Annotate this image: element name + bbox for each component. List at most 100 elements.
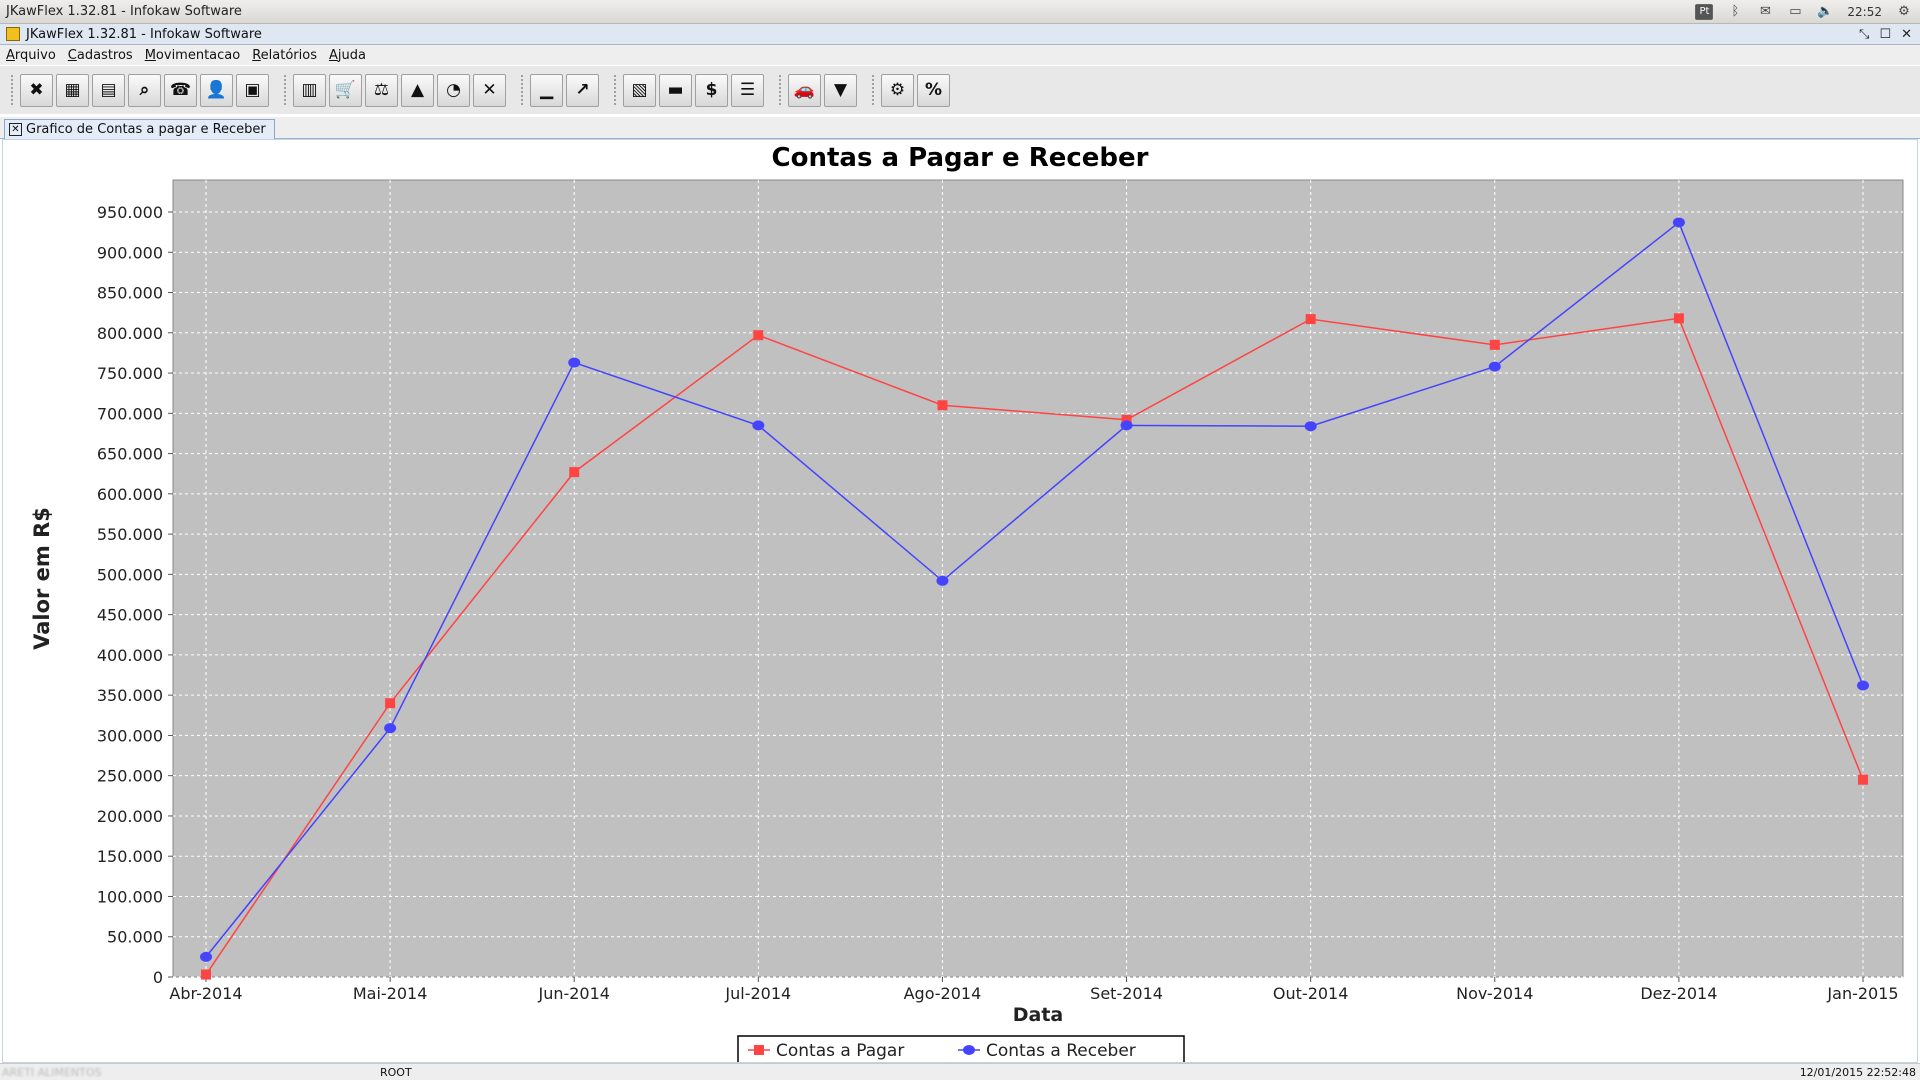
status-datetime: 12/01/2015 22:52:48 [1799, 1066, 1916, 1079]
data-point-pagar [569, 467, 580, 478]
legend-marker-pagar [754, 1045, 764, 1055]
y-tick-label: 700.000 [97, 404, 163, 423]
mail-icon[interactable]: ✉ [1757, 4, 1773, 19]
x-tick-label: Set-2014 [1090, 984, 1163, 1003]
box-button[interactable]: ▣ [236, 73, 269, 107]
search-icon: ⌕ [139, 80, 150, 100]
bluetooth-icon[interactable]: ᛒ [1727, 4, 1743, 19]
money-button[interactable]: ▧ [623, 73, 656, 107]
toolbar-group-1: ✖ ▦ ▤ ⌕ ☎ 👤 ▣ [8, 68, 275, 112]
y-tick-label: 500.000 [97, 565, 163, 584]
window-title-bar: JKawFlex 1.32.81 - Infokaw Software ⤡ ☐ … [0, 24, 1920, 45]
line-chart: Contas a Pagar e Receber 0 50.000 100.000 15… [30, 143, 1904, 1062]
ledger-icon: ☰ [739, 80, 756, 100]
data-point-receber [384, 723, 397, 734]
money-icon: ▧ [631, 80, 648, 100]
cancel-icon: ✕ [482, 80, 497, 100]
road-icon: ▲ [410, 80, 425, 100]
toolbar-group-5: 🚗 ▼ [776, 68, 863, 112]
money-bag-icon: $ [705, 80, 718, 100]
data-point-receber [1120, 420, 1133, 431]
filter-button[interactable]: ▼ [824, 73, 857, 107]
tab-grafico-contas[interactable]: ✕ Grafico de Contas a pagar e Receber [4, 119, 275, 139]
window-title: JKawFlex 1.32.81 - Infokaw Software [26, 26, 262, 42]
tab-label: Grafico de Contas a pagar e Receber [26, 122, 266, 137]
system-tray: Pt ᛒ ✉ ▭ 🔈 22:52 ⚙ [1695, 3, 1920, 20]
y-tick-label: 600.000 [97, 485, 163, 504]
banknote-icon: ▬ [667, 80, 684, 100]
calculator-icon: ▦ [64, 80, 81, 100]
car-icon: 🚗 [793, 80, 816, 100]
y-tick-label: 150.000 [97, 847, 163, 866]
scale-button[interactable]: ⚖ [365, 73, 398, 107]
x-tick-label: Out-2014 [1273, 984, 1349, 1003]
percent-icon: % [924, 80, 943, 100]
clock[interactable]: 22:52 [1847, 5, 1882, 19]
restore-icon[interactable]: ⤡ [1859, 27, 1869, 42]
gear-percent-icon: ⚙ [889, 80, 906, 100]
gear-percent-button[interactable]: ⚙ [881, 73, 914, 107]
cancel-button[interactable]: ✕ [473, 73, 506, 107]
menu-ajuda[interactable]: Ajuda [329, 48, 366, 63]
os-window-title: JKawFlex 1.32.81 - Infokaw Software [6, 4, 242, 19]
search-button[interactable]: ⌕ [128, 73, 161, 107]
keyboard-layout-indicator[interactable]: Pt [1695, 3, 1714, 20]
cart-icon: 🛒 [334, 80, 357, 100]
y-tick-label: 950.000 [97, 203, 163, 222]
menu-arquivo[interactable]: Arquivo [6, 48, 56, 63]
toolbar-group-3: ▁ ↗ [518, 68, 605, 112]
data-point-pagar [1673, 313, 1684, 324]
y-tick-label: 650.000 [97, 445, 163, 464]
y-tick-label: 350.000 [97, 686, 163, 705]
trend-chart-button[interactable]: ↗ [566, 73, 599, 107]
y-tick-label: 200.000 [97, 807, 163, 826]
cash-register-button[interactable]: ▥ [293, 73, 326, 107]
x-tick-label: Jul-2014 [724, 984, 791, 1003]
percent-button[interactable]: % [917, 73, 950, 107]
filter-icon: ▼ [833, 80, 848, 100]
data-point-receber [1304, 421, 1317, 432]
tab-close-icon[interactable]: ✕ [9, 123, 22, 136]
x-axis-label: Data [1013, 1004, 1064, 1026]
plot-area [172, 179, 1904, 978]
volume-icon[interactable]: 🔈 [1817, 4, 1833, 19]
data-point-receber [200, 951, 212, 962]
car-button[interactable]: 🚗 [788, 73, 821, 107]
banknote-button[interactable]: ▬ [659, 73, 692, 107]
calculator-button[interactable]: ▦ [56, 73, 89, 107]
money-bag-button[interactable]: $ [695, 73, 728, 107]
phone-button[interactable]: ☎ [164, 73, 197, 107]
y-tick-label: 900.000 [97, 243, 163, 262]
y-tick-label: 550.000 [97, 525, 163, 544]
status-bar: ARETI ALIMENTOS ROOT 12/01/2015 22:52:48 [0, 1063, 1920, 1080]
rss-button[interactable]: ◔ [437, 73, 470, 107]
y-tick-label: 50.000 [107, 928, 163, 947]
cart-button[interactable]: 🛒 [329, 73, 362, 107]
ledger-button[interactable]: ☰ [731, 73, 764, 107]
legend-label-2: Contas a Receber [986, 1041, 1136, 1061]
gear-icon[interactable]: ⚙ [1896, 4, 1912, 19]
calendar-button[interactable]: ▤ [92, 73, 125, 107]
data-point-receber [752, 420, 765, 431]
user-button[interactable]: 👤 [200, 73, 233, 107]
maximize-icon[interactable]: ☐ [1879, 27, 1891, 42]
os-top-bar: JKawFlex 1.32.81 - Infokaw Software Pt ᛒ… [0, 0, 1920, 24]
data-point-receber [1488, 361, 1501, 372]
menu-movimentacao[interactable]: Movimentacao [145, 48, 241, 63]
legend-label-1: Contas a Pagar [776, 1041, 904, 1061]
battery-icon[interactable]: ▭ [1787, 4, 1803, 19]
data-point-receber [936, 575, 949, 586]
legend-marker-receber [963, 1045, 975, 1055]
menu-relatorios[interactable]: Relatórios [252, 48, 317, 63]
y-tick-label: 250.000 [97, 767, 163, 786]
x-tick-label: Dez-2014 [1640, 984, 1717, 1003]
road-button[interactable]: ▲ [401, 73, 434, 107]
close-icon[interactable]: ✕ [1901, 27, 1912, 42]
close-button[interactable]: ✖ [20, 73, 53, 107]
toolbar-group-6: ⚙% [869, 68, 956, 112]
data-point-pagar [937, 400, 948, 411]
menu-cadastros[interactable]: Cadastros [68, 48, 133, 63]
status-company: ARETI ALIMENTOS [2, 1066, 102, 1079]
y-tick-label: 300.000 [97, 726, 163, 745]
bar-chart-button[interactable]: ▁ [530, 73, 563, 107]
